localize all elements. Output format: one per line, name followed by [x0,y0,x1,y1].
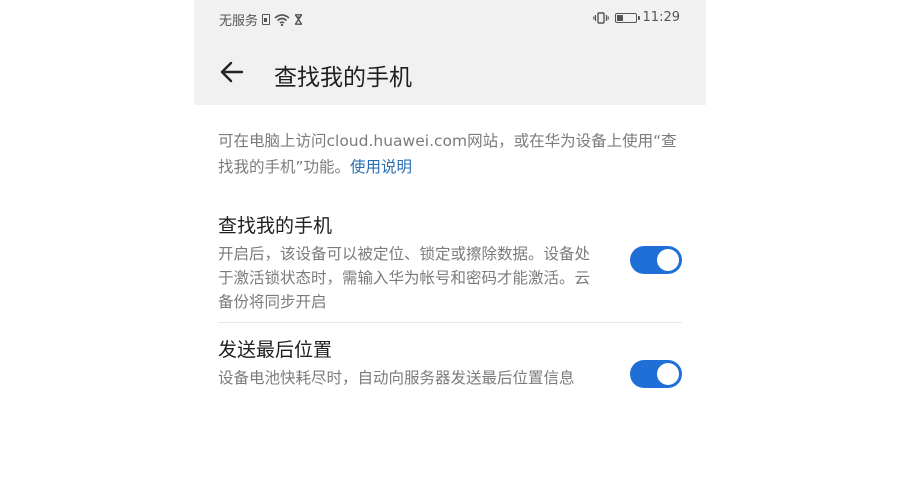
setting-title: 发送最后位置 [218,339,333,361]
intro-text-block: 可在电脑上访问cloud.huawei.com网站，或在华为设备上使用“查找我的… [218,128,680,180]
divider [218,322,682,323]
find-my-phone-toggle[interactable] [630,246,682,274]
setting-title: 查找我的手机 [218,215,333,237]
header: 查找我的手机 [194,44,706,100]
setting-description: 开启后，该设备可以被定位、锁定或擦除数据。设备处于激活锁状态时，需输入华为帐号和… [218,245,591,311]
toggle-knob [657,249,679,271]
setting-find-my-phone: 查找我的手机 开启后，该设备可以被定位、锁定或擦除数据。设备处于激活锁状态时，需… [218,212,682,314]
help-link[interactable]: 使用说明 [350,158,412,176]
sim-card-icon [262,14,271,25]
vibrate-icon [592,11,609,24]
send-last-location-toggle[interactable] [630,360,682,388]
arrow-left-icon [220,61,244,83]
clock-text: 11:29 [642,10,680,25]
intro-text: 可在电脑上访问cloud.huawei.com网站，或在华为设备上使用“查找我的… [218,132,677,176]
back-button[interactable] [216,56,248,88]
status-left: 无服务 [219,10,303,29]
page-title: 查找我的手机 [274,65,412,91]
setting-send-last-location: 发送最后位置 设备电池快耗尽时，自动向服务器发送最后位置信息 [218,336,682,390]
carrier-text: 无服务 [219,14,259,29]
wifi-icon [274,13,290,26]
hourglass-icon [294,14,303,25]
top-bar: 无服务 11:29 查找我的手机 [194,0,706,105]
toggle-knob [657,363,679,385]
battery-icon [614,12,640,23]
status-right: 11:29 [592,10,680,25]
phone-screen: 无服务 11:29 查找我的手机 可在电脑上访问cloud.huawei.com… [194,0,706,483]
battery-level-fill [616,14,623,21]
status-bar: 无服务 11:29 [194,0,706,38]
setting-description: 设备电池快耗尽时，自动向服务器发送最后位置信息 [218,369,575,387]
